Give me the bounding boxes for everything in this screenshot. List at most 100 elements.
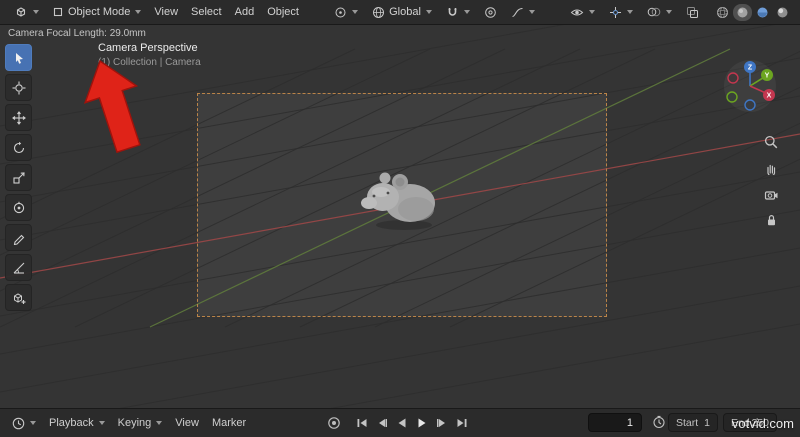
chevron-down-icon [425,10,432,14]
measure-icon [13,262,24,274]
tool-transform[interactable] [5,194,32,221]
lock-icon [767,215,775,226]
tool-shelf [5,44,32,311]
menu-add[interactable]: Add [229,3,261,21]
scale-icon [12,171,25,184]
xray-toggle[interactable] [680,3,705,22]
annotate-pen-icon [13,234,24,245]
menu-marker[interactable]: Marker [206,414,252,432]
tool-annotate[interactable] [5,224,32,251]
tool-cursor[interactable] [5,74,32,101]
play-button[interactable] [412,413,431,432]
zoom-button[interactable] [760,131,782,153]
viewport-header: Object Mode View Select Add Object Globa… [0,0,800,25]
mode-label: Object Mode [68,6,131,18]
blender-window: Object Mode View Select Add Object Globa… [0,0,800,437]
jump-to-start-button[interactable] [352,413,371,432]
3d-viewport[interactable]: Camera Focal Length: 29.0mm Camera Persp… [0,25,800,409]
magnifier-icon [764,135,778,149]
camera-view-button[interactable] [760,183,782,205]
magnet-icon [448,7,457,16]
camera-frame[interactable] [197,93,607,317]
gizmo-neg-x-axis[interactable] [727,72,739,84]
chevron-down-icon [156,421,163,425]
menu-object[interactable]: Object [261,3,305,21]
select-cursor-icon [15,52,23,64]
eye-icon [570,9,584,15]
shading-wireframe-button[interactable] [713,4,732,21]
gizmo-y-label: Y [765,73,770,80]
chevron-down-icon [589,10,595,14]
prev-keyframe-button[interactable] [372,413,391,432]
menu-keying[interactable]: Keying [112,414,169,432]
next-keyframe-button[interactable] [432,413,451,432]
start-value: 1 [704,416,710,429]
mode-dropdown[interactable]: Object Mode [46,3,147,21]
timeline-editor-type-selector[interactable] [6,414,42,433]
falloff-curve-icon [512,7,523,17]
playback-transport [352,413,471,432]
next-keyframe-icon [436,418,445,427]
gizmo-icon [610,6,621,18]
auto-keying-toggle[interactable] [327,416,341,433]
tool-add-cube[interactable] [5,284,32,311]
shading-material-button[interactable] [753,4,772,21]
chevron-down-icon [135,10,142,14]
chevron-down-icon [98,421,105,425]
orientation-dropdown[interactable]: Global [366,3,438,22]
jump-to-end-button[interactable] [452,413,471,432]
chevron-down-icon [627,10,633,14]
transform-icon [13,201,24,213]
orientation-label: Global [389,6,421,18]
gizmo-z-label: Z [748,65,753,72]
jump-end-icon [457,418,466,427]
xray-icon [687,6,698,18]
proportional-editing-toggle[interactable] [478,3,503,22]
move-icon [11,110,26,125]
gizmos-dropdown[interactable] [603,3,639,22]
tool-move[interactable] [5,104,32,131]
prev-keyframe-icon [378,418,387,427]
current-frame-field[interactable]: 1 [588,413,642,432]
play-reverse-button[interactable] [392,413,411,432]
menu-select[interactable]: Select [185,3,228,21]
tool-select-box[interactable] [5,44,32,71]
gizmo-neg-y-axis[interactable] [726,91,738,103]
overlays-dropdown[interactable] [641,3,678,21]
start-frame-field[interactable]: Start 1 [668,413,718,432]
material-shading-icon [757,7,768,17]
lock-view-button[interactable] [760,209,782,231]
tool-rotate[interactable] [5,134,32,161]
start-label: Start [676,416,699,429]
pivot-point-dropdown[interactable] [328,3,364,22]
solid-shading-icon [737,7,748,17]
editor-type-selector[interactable] [8,2,45,22]
viewport-side-controls [760,131,782,231]
timeline-bar: Playback Keying View Marker 1 Start 1 En… [0,408,800,437]
play-reverse-icon [398,418,405,427]
chevron-down-icon [666,10,672,14]
shading-rendered-button[interactable] [773,4,792,21]
camera-icon [764,190,777,200]
navigation-gizmo[interactable]: Z Y X [722,58,778,114]
shading-solid-button[interactable] [733,3,752,21]
pan-button[interactable] [760,157,782,179]
focal-length-overlay: Camera Focal Length: 29.0mm [8,28,146,39]
add-cube-icon [13,292,25,304]
object-visibility-dropdown[interactable] [564,4,601,21]
menu-playback[interactable]: Playback [43,414,111,432]
tool-scale[interactable] [5,164,32,191]
gizmo-neg-z-axis[interactable] [744,99,756,111]
clock-icon [12,417,25,429]
falloff-dropdown[interactable] [505,3,541,22]
rotate-icon [13,141,24,153]
watermark-text: votvid.com [731,416,794,431]
menu-timeline-view[interactable]: View [169,414,205,432]
tool-measure[interactable] [5,254,32,281]
chevron-down-icon [352,10,359,14]
jump-start-icon [357,418,366,427]
shading-mode-group [713,3,792,21]
menu-view[interactable]: View [148,3,184,21]
snapping-dropdown[interactable] [440,3,476,22]
playback-sync-button[interactable] [652,415,666,432]
